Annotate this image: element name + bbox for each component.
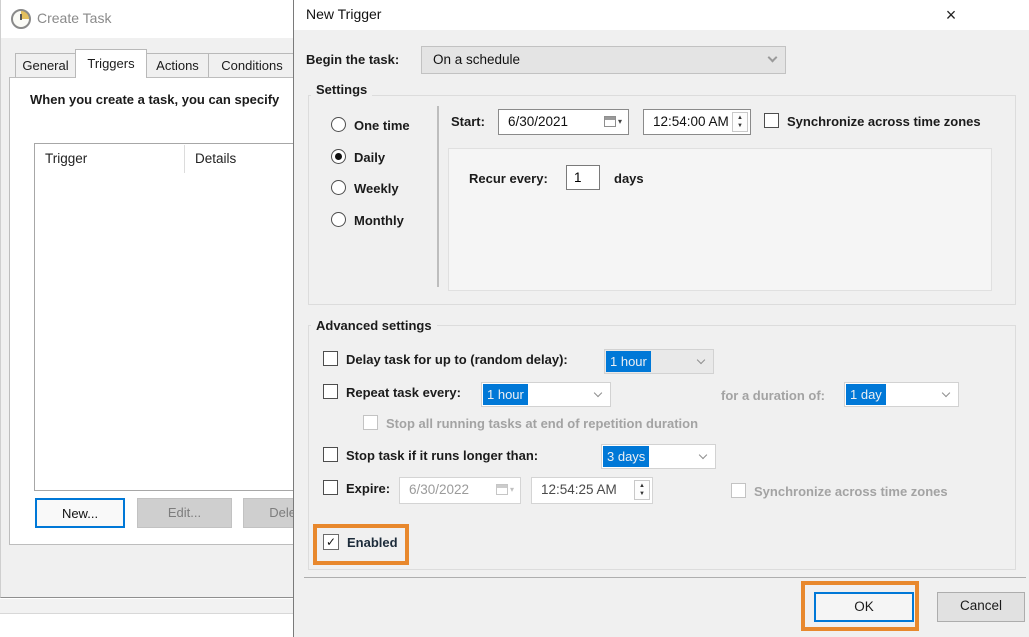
begin-task-dropdown[interactable]: On a schedule xyxy=(421,46,786,74)
chevron-down-icon xyxy=(942,389,950,397)
advanced-settings-label: Advanced settings xyxy=(311,318,437,333)
sync-timezones-expire-checkbox[interactable] xyxy=(731,483,746,498)
tab-actions[interactable]: Actions xyxy=(146,53,209,77)
expire-date-value: 6/30/2022 xyxy=(409,482,469,497)
expire-time-value: 12:54:25 AM xyxy=(541,482,617,497)
repeat-task-checkbox[interactable] xyxy=(323,384,338,399)
stop-all-tasks-checkbox[interactable] xyxy=(363,415,378,430)
tab-general[interactable]: General xyxy=(15,53,76,77)
recur-every-input[interactable] xyxy=(566,165,600,190)
repeat-task-label: Repeat task every: xyxy=(346,385,461,400)
begin-task-label: Begin the task: xyxy=(306,52,399,67)
radio-weekly[interactable] xyxy=(331,180,346,195)
sync-timezones-label: Synchronize across time zones xyxy=(787,114,981,129)
ok-button[interactable]: OK xyxy=(814,592,914,622)
time-spinner-icon[interactable]: ▲ ▼ xyxy=(732,112,748,132)
triggers-tab-panel: When you create a task, you can specify … xyxy=(9,77,294,545)
enabled-checkbox[interactable]: ✓ xyxy=(323,534,339,550)
sync-timezones-expire-label: Synchronize across time zones xyxy=(754,484,948,499)
start-date-picker[interactable]: 6/30/2021 ▾ xyxy=(498,109,629,135)
daily-options-panel xyxy=(448,148,992,291)
close-icon[interactable]: × xyxy=(938,2,964,28)
cancel-button[interactable]: Cancel xyxy=(937,592,1025,622)
recur-every-label: Recur every: xyxy=(469,171,548,186)
triggers-list[interactable]: Trigger Details xyxy=(34,143,294,491)
new-trigger-titlebar: New Trigger × xyxy=(294,0,1029,30)
edit-trigger-button[interactable]: Edit... xyxy=(137,498,232,528)
start-date-value: 6/30/2021 xyxy=(508,114,568,129)
recur-unit-label: days xyxy=(614,171,644,186)
column-header-details[interactable]: Details xyxy=(195,151,236,166)
tab-triggers[interactable]: Triggers xyxy=(75,49,147,78)
delete-trigger-button[interactable]: Delete xyxy=(243,498,294,528)
stop-task-longer-value: 3 days xyxy=(603,446,649,467)
new-trigger-dialog: New Trigger × Begin the task: On a sched… xyxy=(293,0,1029,637)
radio-daily-label: Daily xyxy=(354,150,385,165)
chevron-down-icon xyxy=(699,451,707,459)
chevron-down-icon xyxy=(594,389,602,397)
tab-conditions[interactable]: Conditions xyxy=(208,53,294,77)
duration-value: 1 day xyxy=(846,384,886,405)
enabled-label: Enabled xyxy=(347,535,398,550)
new-trigger-title: New Trigger xyxy=(306,6,381,22)
footer-divider xyxy=(304,577,1026,578)
new-trigger-button[interactable]: New... xyxy=(35,498,125,528)
repeat-task-dropdown[interactable]: 1 hour xyxy=(481,382,611,407)
sync-timezones-checkbox[interactable] xyxy=(764,113,779,128)
start-time-spinner[interactable]: 12:54:00 AM ▲ ▼ xyxy=(643,109,751,135)
settings-divider xyxy=(437,106,439,287)
begin-task-value: On a schedule xyxy=(433,52,520,67)
expire-date-picker[interactable]: 6/30/2022 ▾ xyxy=(399,477,521,504)
column-divider xyxy=(184,145,185,173)
calendar-icon[interactable]: ▾ xyxy=(604,116,622,127)
duration-label: for a duration of: xyxy=(721,388,825,403)
radio-monthly-label: Monthly xyxy=(354,213,404,228)
expire-time-spinner[interactable]: 12:54:25 AM ▲ ▼ xyxy=(531,477,653,504)
delay-task-label: Delay task for up to (random delay): xyxy=(346,352,568,367)
settings-group-label: Settings xyxy=(311,82,372,97)
stop-task-longer-dropdown[interactable]: 3 days xyxy=(601,444,716,469)
calendar-icon: ▾ xyxy=(496,484,514,495)
stop-task-longer-label: Stop task if it runs longer than: xyxy=(346,448,538,463)
radio-one-time-label: One time xyxy=(354,118,410,133)
radio-monthly[interactable] xyxy=(331,212,346,227)
start-time-value: 12:54:00 AM xyxy=(653,114,729,129)
delay-task-checkbox[interactable] xyxy=(323,351,338,366)
time-spinner-icon[interactable]: ▲ ▼ xyxy=(634,480,650,500)
repeat-task-value: 1 hour xyxy=(483,384,528,405)
delay-task-value: 1 hour xyxy=(606,351,651,372)
start-label: Start: xyxy=(451,114,485,129)
column-header-trigger[interactable]: Trigger xyxy=(45,151,87,166)
triggers-intro-text: When you create a task, you can specify xyxy=(30,92,279,107)
chevron-down-icon xyxy=(768,53,778,63)
radio-one-time[interactable] xyxy=(331,117,346,132)
radio-daily[interactable] xyxy=(331,149,346,164)
duration-dropdown[interactable]: 1 day xyxy=(844,382,959,407)
expire-checkbox[interactable] xyxy=(323,480,338,495)
window-bottom-edge xyxy=(0,599,294,614)
stop-all-tasks-label: Stop all running tasks at end of repetit… xyxy=(386,416,698,431)
create-task-window: Create Task General Triggers Actions Con… xyxy=(0,0,294,598)
create-task-window-title: Create Task xyxy=(37,10,111,26)
task-scheduler-clock-icon xyxy=(11,9,31,29)
stop-task-longer-checkbox[interactable] xyxy=(323,447,338,462)
expire-label: Expire: xyxy=(346,481,390,496)
create-task-titlebar: Create Task xyxy=(1,0,294,38)
chevron-down-icon xyxy=(697,356,705,364)
delay-task-dropdown[interactable]: 1 hour xyxy=(604,349,714,374)
radio-weekly-label: Weekly xyxy=(354,181,399,196)
